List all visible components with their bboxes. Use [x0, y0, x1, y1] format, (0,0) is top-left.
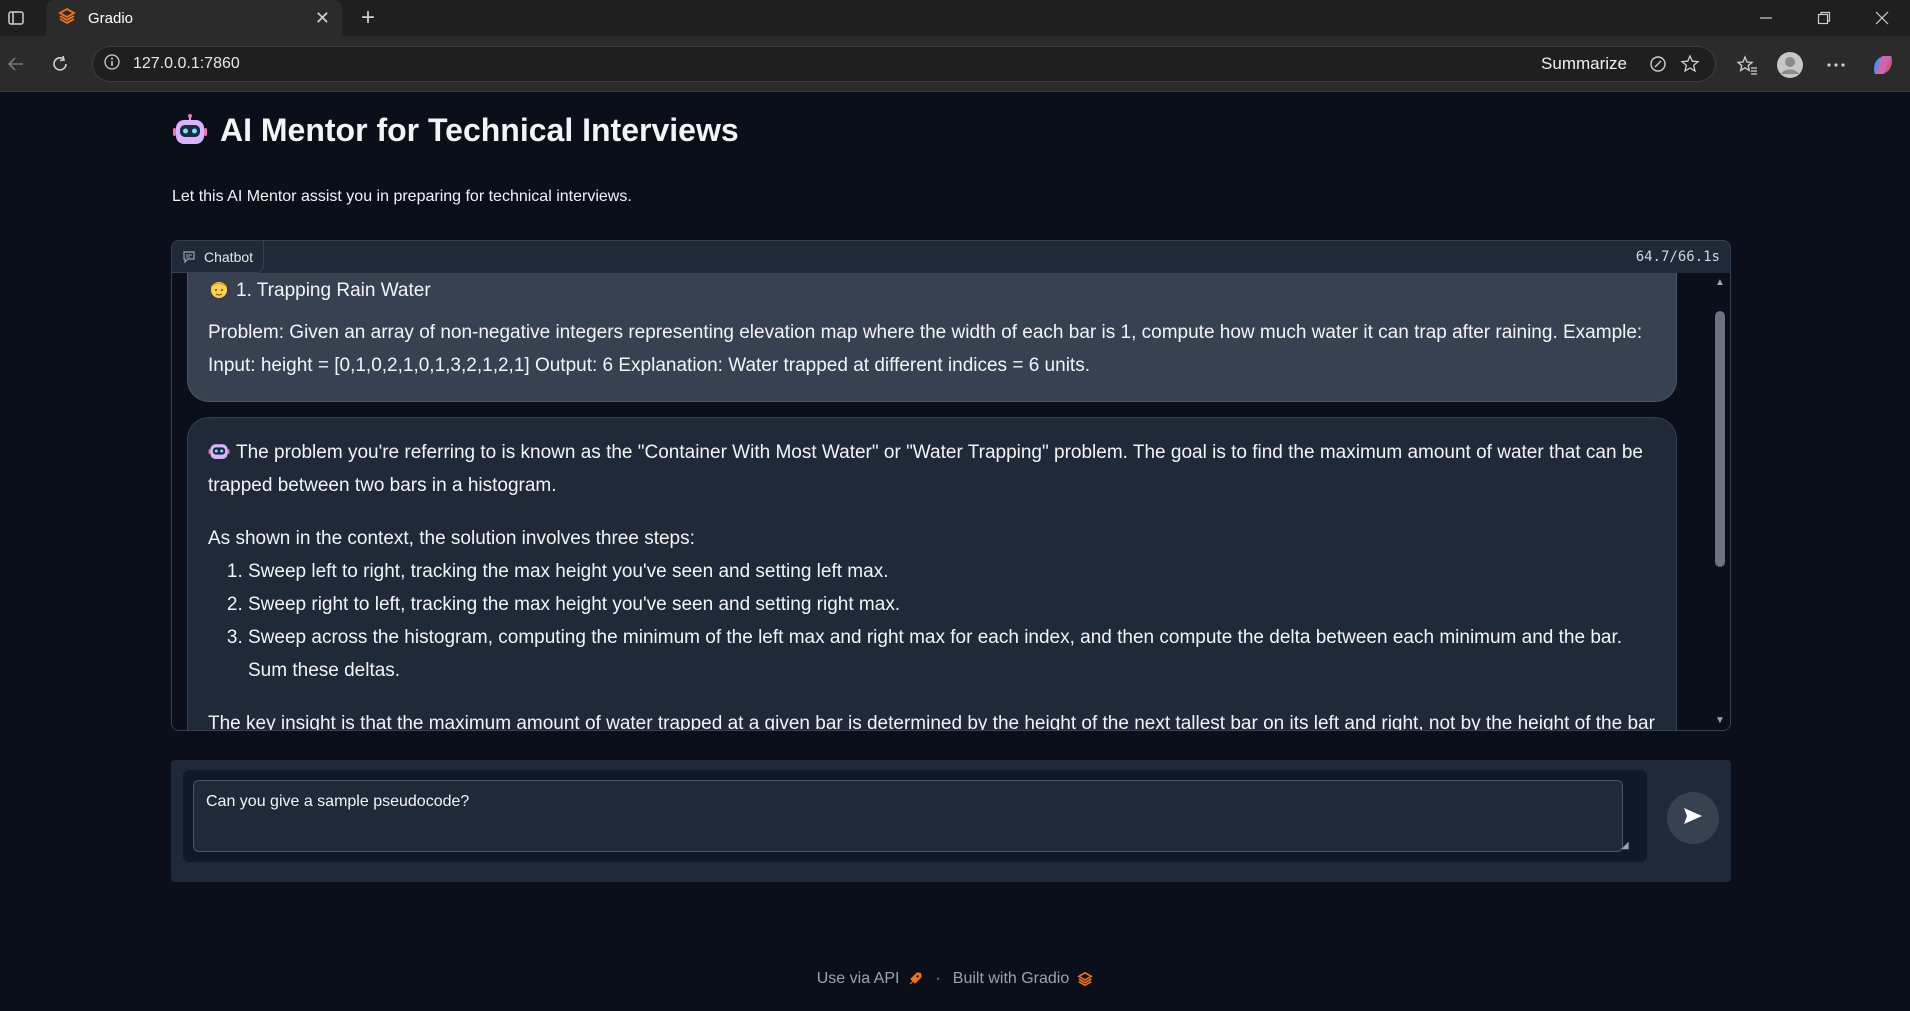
bot-steps-intro: As shown in the context, the solution in…: [208, 528, 695, 549]
gradio-logo-icon: [58, 7, 76, 30]
bot-steps-list: Sweep left to right, tracking the max he…: [248, 555, 1656, 687]
send-button[interactable]: [1667, 792, 1719, 844]
browser-tab[interactable]: Gradio ✕: [46, 0, 342, 36]
tab-actions-icon[interactable]: [4, 6, 28, 30]
bot-message: The problem you're referring to is known…: [187, 417, 1677, 731]
page-heading: AI Mentor for Technical Interviews: [172, 112, 739, 149]
restore-icon[interactable]: [1796, 0, 1852, 36]
summarize-button[interactable]: Summarize: [1541, 54, 1627, 74]
resize-handle-icon[interactable]: ◢: [1621, 840, 1631, 851]
scroll-up-icon[interactable]: ▲: [1714, 277, 1726, 289]
bot-insight: The key insight is that the maximum amou…: [208, 713, 1655, 731]
copilot-summarize-icon[interactable]: [1645, 51, 1671, 77]
list-item: Sweep right to left, tracking the max he…: [248, 588, 1656, 621]
list-item: Sweep left to right, tracking the max he…: [248, 555, 1656, 588]
more-options-icon[interactable]: [1821, 50, 1851, 80]
send-arrow-icon: [1682, 805, 1704, 832]
user-message-body: Problem: Given an array of non-negative …: [208, 322, 1643, 376]
message-input[interactable]: [193, 780, 1623, 852]
gradio-logo-icon: [1077, 971, 1094, 987]
chat-scrollbar[interactable]: ▲ ▼: [1710, 273, 1730, 730]
scroll-thumb[interactable]: [1715, 311, 1725, 567]
user-avatar-icon: [208, 278, 230, 300]
page-title: AI Mentor for Technical Interviews: [220, 112, 739, 148]
url-text[interactable]: 127.0.0.1:7860: [133, 55, 1541, 73]
use-via-api-label: Use via API: [816, 970, 900, 987]
tab-title: Gradio: [88, 9, 134, 27]
user-message: 1. Trapping Rain Water Problem: Given an…: [187, 273, 1677, 402]
robot-icon: [172, 113, 208, 149]
chatbot-label: Chatbot: [172, 241, 265, 273]
copilot-icon[interactable]: [1868, 50, 1898, 80]
textbox-container: ◢: [183, 770, 1647, 862]
page-content: AI Mentor for Technical Interviews Let t…: [0, 92, 1910, 1011]
chat-messages[interactable]: 1. Trapping Rain Water Problem: Given an…: [172, 273, 1712, 731]
footer-separator: ·: [935, 970, 941, 987]
close-window-icon[interactable]: [1854, 0, 1910, 36]
minimize-icon[interactable]: [1738, 0, 1794, 36]
back-icon[interactable]: [2, 50, 30, 78]
rocket-icon: [910, 972, 922, 985]
footer: Use via API · Built with Gradio: [0, 970, 1910, 988]
favorites-icon[interactable]: [1732, 50, 1762, 80]
address-bar[interactable]: 127.0.0.1:7860 Summarize: [92, 46, 1716, 82]
bot-avatar-icon: [208, 440, 230, 462]
reload-icon[interactable]: [46, 50, 74, 78]
favorite-star-icon[interactable]: [1677, 51, 1703, 77]
list-item: Sweep across the histogram, computing th…: [248, 621, 1656, 687]
browser-nav-bar: 127.0.0.1:7860 Summarize: [0, 36, 1910, 92]
scroll-down-icon[interactable]: ▼: [1714, 715, 1726, 727]
built-with-gradio-label: Built with Gradio: [952, 970, 1070, 987]
bot-message-intro: The problem you're referring to is known…: [208, 442, 1643, 496]
user-message-heading: 1. Trapping Rain Water: [236, 280, 431, 301]
browser-tab-bar: Gradio ✕ +: [0, 0, 1910, 36]
response-timer: 64.7/66.1s: [1635, 249, 1720, 265]
chatbot-label-text: Chatbot: [204, 248, 254, 265]
page-description: Let this AI Mentor assist you in prepari…: [172, 188, 632, 205]
new-tab-icon[interactable]: +: [354, 4, 382, 32]
tab-close-icon[interactable]: ✕: [315, 9, 330, 27]
chatbot-panel: Chatbot 64.7/66.1s 1. Trapping Rain Wate…: [171, 240, 1731, 731]
chat-bubble-icon: [182, 250, 196, 264]
built-with-gradio-link[interactable]: Built with Gradio: [953, 970, 1094, 988]
profile-avatar-icon[interactable]: [1775, 50, 1805, 80]
message-input-panel: ◢: [171, 760, 1731, 882]
site-info-icon[interactable]: [103, 53, 121, 76]
use-via-api-link[interactable]: Use via API: [817, 970, 924, 988]
